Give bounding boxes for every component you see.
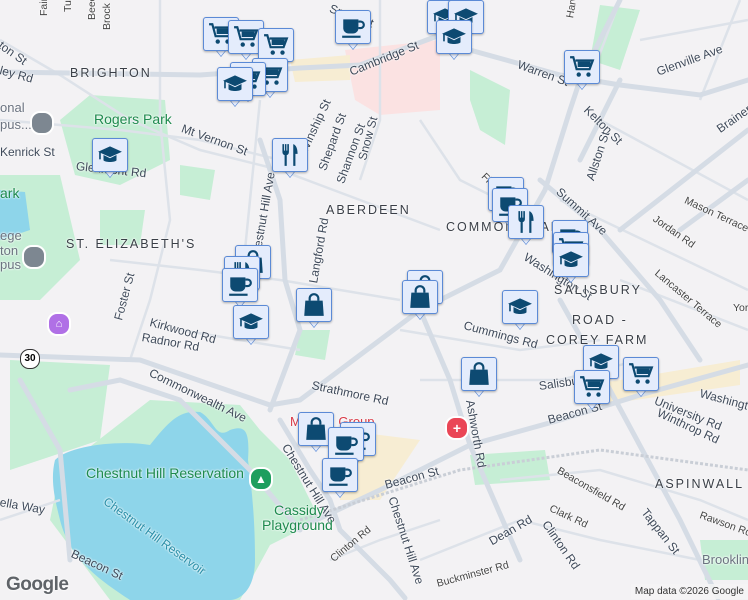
- school-poi-icon[interactable]: [22, 245, 46, 269]
- cart-icon: [263, 32, 289, 58]
- map-label: ege: [0, 228, 22, 243]
- hospital-poi-icon[interactable]: +: [445, 416, 469, 440]
- map-label: pus...: [0, 117, 32, 132]
- marker-box: [233, 305, 269, 339]
- map-label: ABERDEEN: [326, 203, 411, 217]
- marker-box: [502, 290, 538, 324]
- marker-box: [508, 205, 544, 239]
- map-label: York: [733, 302, 748, 314]
- map-label: Fairbank: [37, 0, 51, 16]
- marker-box: [335, 10, 371, 44]
- marker-cup[interactable]: [335, 10, 371, 54]
- marker-box: [553, 243, 589, 277]
- map-label: Playground: [262, 517, 333, 533]
- marker-box: [296, 288, 332, 322]
- marker-cap[interactable]: [436, 20, 472, 64]
- marker-box: [402, 280, 438, 314]
- google-logo: Google: [6, 574, 69, 595]
- cup-icon: [333, 431, 359, 457]
- bag-icon: [303, 416, 329, 442]
- cap-icon: [97, 142, 123, 168]
- map-label: Rogers Park: [94, 111, 172, 127]
- map-label: ASPINWALL HILL: [655, 477, 748, 491]
- marker-cup[interactable]: [322, 458, 358, 502]
- school-poi-icon[interactable]: [30, 111, 54, 135]
- cup-icon: [227, 272, 253, 298]
- marker-box: [217, 67, 253, 101]
- cap-icon: [507, 294, 533, 320]
- map-canvas[interactable]: FairbankTurnBeechcrBrock Stton Stley RdB…: [0, 0, 748, 600]
- park-poi-icon[interactable]: ▲: [249, 467, 273, 491]
- marker-cap[interactable]: [502, 290, 538, 334]
- marker-box: [623, 357, 659, 391]
- marker-cap[interactable]: [553, 243, 589, 287]
- marker-box: [574, 370, 610, 404]
- cart-icon: [233, 24, 259, 50]
- map-label: onal: [0, 100, 25, 115]
- marker-box: [436, 20, 472, 54]
- marker-fork[interactable]: [272, 138, 308, 182]
- marker-bag[interactable]: [296, 288, 332, 332]
- marker-cart[interactable]: [574, 370, 610, 414]
- map-label: ROAD -: [572, 313, 628, 327]
- cap-icon: [222, 71, 248, 97]
- marker-box: [92, 138, 128, 172]
- cart-icon: [569, 54, 595, 80]
- marker-cap[interactable]: [92, 138, 128, 182]
- cap-icon: [441, 24, 467, 50]
- map-label: ST. ELIZABETH'S: [66, 237, 197, 251]
- cap-icon: [238, 309, 264, 335]
- marker-bag[interactable]: [461, 357, 497, 401]
- map-label: pus: [0, 257, 21, 272]
- marker-cart[interactable]: [623, 357, 659, 401]
- map-label: ark: [0, 185, 20, 201]
- cart-icon: [579, 374, 605, 400]
- marker-box: [222, 268, 258, 302]
- museum-poi-icon[interactable]: ⌂: [47, 312, 71, 336]
- map-label: Brock St: [101, 0, 113, 30]
- map-label: Cassidy: [274, 502, 324, 518]
- marker-cap[interactable]: [217, 67, 253, 111]
- map-label: Chestnut Hill Reservation: [86, 465, 244, 481]
- fork-icon: [277, 142, 303, 168]
- marker-box: [322, 458, 358, 492]
- marker-cap[interactable]: [233, 305, 269, 349]
- cup-icon: [340, 14, 366, 40]
- bag-icon: [466, 361, 492, 387]
- map-label: Turn: [62, 0, 74, 12]
- map-label: BRIGHTON: [70, 66, 152, 80]
- marker-box: [272, 138, 308, 172]
- map-label: Brookline: [702, 552, 748, 567]
- marker-bag[interactable]: [402, 280, 438, 324]
- fork-icon: [513, 209, 539, 235]
- bag-icon: [407, 284, 433, 310]
- map-attribution[interactable]: Map data ©2026 Google: [630, 584, 748, 599]
- marker-box: [328, 427, 364, 461]
- bag-icon: [301, 292, 327, 318]
- map-label: ton: [0, 243, 19, 258]
- cart-icon: [628, 361, 654, 387]
- marker-box: [461, 357, 497, 391]
- marker-box: [258, 28, 294, 62]
- marker-cart[interactable]: [564, 50, 600, 94]
- map-label: Kenrick St: [0, 145, 55, 159]
- cap-icon: [558, 247, 584, 273]
- map-label: Beechcr: [86, 0, 98, 20]
- route-30-shield: 30: [20, 349, 40, 369]
- cup-icon: [327, 462, 353, 488]
- marker-box: [564, 50, 600, 84]
- marker-fork[interactable]: [508, 205, 544, 249]
